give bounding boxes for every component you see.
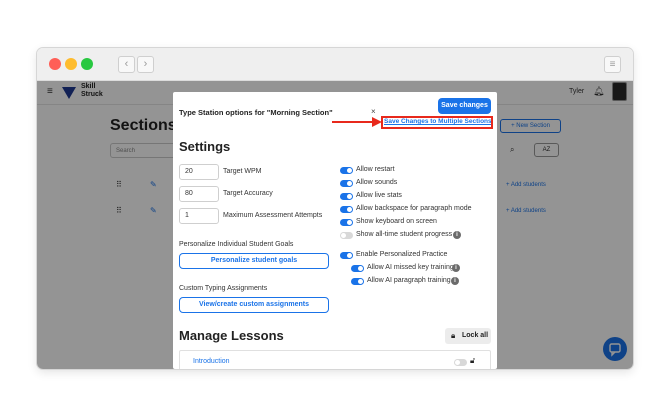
target-wpm-label: Target WPM [223, 168, 262, 175]
personalize-goals-button[interactable]: Personalize student goals [179, 253, 329, 269]
forward-button[interactable]: › [137, 56, 154, 73]
browser-toolbar: ‹ › ≡ [37, 48, 633, 81]
lock-icon[interactable]: 🔓︎ [470, 356, 475, 366]
allow-backspace-label: Allow backspace for paragraph mode [356, 205, 472, 212]
max-attempts-input[interactable]: 1 [179, 208, 219, 224]
minimize-window-button[interactable] [65, 58, 77, 70]
close-window-button[interactable] [49, 58, 61, 70]
options-modal: Type Station options for "Morning Sectio… [173, 92, 497, 369]
allow-restart-label: Allow restart [356, 166, 395, 173]
info-icon[interactable]: i [451, 277, 459, 285]
ai-missed-key-label: Allow AI missed key training [367, 264, 454, 271]
lock-all-button[interactable]: 🔒︎ Lock all [445, 328, 491, 344]
target-wpm-input[interactable]: 20 [179, 164, 219, 180]
lesson-row: Introduction 🔓︎ [179, 350, 491, 369]
allow-restart-toggle[interactable] [340, 167, 353, 174]
highlight-box [381, 116, 493, 129]
show-alltime-progress-label: Show all-time student progress [356, 231, 453, 238]
show-alltime-progress-toggle[interactable] [340, 232, 353, 239]
info-icon[interactable]: i [453, 231, 461, 239]
back-button[interactable]: ‹ [118, 56, 135, 73]
modal-title: Type Station options for "Morning Sectio… [179, 108, 333, 117]
lesson-lock-toggle[interactable] [454, 359, 467, 366]
info-icon[interactable]: i [452, 264, 460, 272]
max-attempts-label: Maximum Assessment Attempts [223, 212, 323, 219]
target-accuracy-label: Target Accuracy [223, 190, 273, 197]
save-changes-button[interactable]: Save changes [438, 98, 491, 114]
modal-close-button[interactable]: × [371, 107, 376, 116]
target-accuracy-input[interactable]: 80 [179, 186, 219, 202]
enable-practice-label: Enable Personalized Practice [356, 251, 448, 258]
show-keyboard-toggle[interactable] [340, 219, 353, 226]
personalize-heading: Personalize Individual Student Goals [179, 241, 294, 248]
allow-backspace-toggle[interactable] [340, 206, 353, 213]
lock-all-label: Lock all [462, 332, 489, 339]
custom-assignments-heading: Custom Typing Assignments [179, 285, 268, 292]
allow-live-stats-toggle[interactable] [340, 193, 353, 200]
custom-assignments-button[interactable]: View/create custom assignments [179, 297, 329, 313]
allow-sounds-label: Allow sounds [356, 179, 398, 186]
maximize-window-button[interactable] [81, 58, 93, 70]
ai-paragraph-label: Allow AI paragraph training [367, 277, 451, 284]
show-keyboard-label: Show keyboard on screen [356, 218, 437, 225]
red-arrow-icon [332, 117, 382, 127]
hamburger-icon[interactable]: ≡ [604, 56, 621, 73]
enable-practice-toggle[interactable] [340, 252, 353, 259]
ai-paragraph-toggle[interactable] [351, 278, 364, 285]
lesson-title[interactable]: Introduction [193, 358, 230, 365]
allow-sounds-toggle[interactable] [340, 180, 353, 187]
allow-live-stats-label: Allow live stats [356, 192, 402, 199]
lock-icon: 🔒︎ [451, 331, 456, 340]
manage-lessons-heading: Manage Lessons [179, 328, 284, 343]
ai-missed-key-toggle[interactable] [351, 265, 364, 272]
settings-heading: Settings [179, 139, 231, 154]
